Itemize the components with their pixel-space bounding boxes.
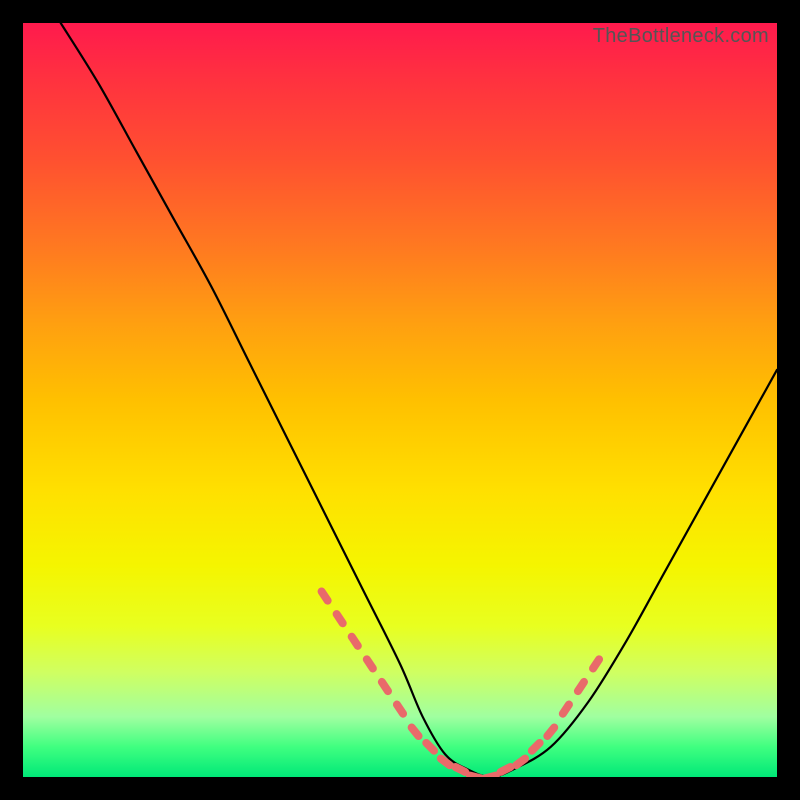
highlight-dash [382, 682, 388, 691]
highlight-dash [337, 614, 343, 623]
bottleneck-curve [61, 23, 777, 777]
highlight-dash [485, 776, 496, 777]
highlight-dash [412, 727, 419, 736]
highlight-dash [322, 591, 328, 600]
chart-container: TheBottleneck.com [0, 0, 800, 800]
highlight-dash [367, 659, 373, 668]
highlight-dash [578, 682, 584, 691]
highlight-dash [547, 727, 554, 736]
curve-svg [23, 23, 777, 777]
highlight-dash [455, 767, 465, 772]
highlight-points [322, 591, 600, 777]
highlight-dash [563, 705, 569, 714]
highlight-dash [397, 705, 403, 714]
highlight-dash [470, 776, 481, 777]
highlight-dash [593, 659, 599, 668]
highlight-dash [441, 759, 450, 766]
plot-area: TheBottleneck.com [23, 23, 777, 777]
watermark-text: TheBottleneck.com [593, 25, 769, 48]
highlight-dash [426, 743, 434, 751]
highlight-dash [516, 759, 525, 766]
highlight-dash [501, 767, 511, 772]
highlight-dash [352, 637, 358, 646]
highlight-dash [532, 743, 540, 751]
